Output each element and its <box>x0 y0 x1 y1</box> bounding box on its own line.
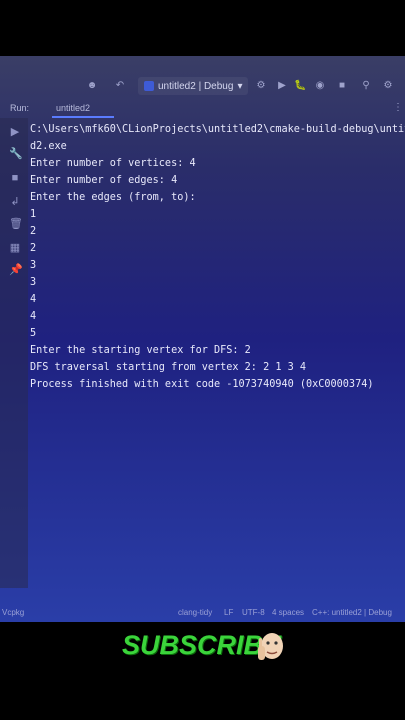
tab-untitled2[interactable]: untitled2 <box>56 103 90 113</box>
build-icon[interactable]: ⚙ <box>255 80 267 92</box>
wrench-icon[interactable]: 🔧 <box>9 148 23 160</box>
back-arrow-icon[interactable]: ↶ <box>114 80 126 92</box>
layout-icon[interactable]: ▦ <box>9 242 21 254</box>
search-icon[interactable]: ⚲ <box>360 80 372 92</box>
console-line: Enter number of edges: 4 <box>30 175 178 186</box>
config-icon <box>144 81 154 91</box>
console-line: 3 <box>30 277 37 288</box>
console-line: Enter the starting vertex for DFS: 2 <box>30 345 251 356</box>
rerun-icon[interactable]: ▶ <box>9 126 21 138</box>
main-toolbar: ☻ ↶ untitled2 | Debug ▾ ⚙ ▶ 🐛 ◉ ■ ⚲ ⚙ <box>0 74 405 100</box>
console-output[interactable]: C:\Users\mfk60\CLionProjects\untitled2\c… <box>30 118 405 598</box>
console-line: C:\Users\mfk60\CLionProjects\untitled2\c… <box>30 124 405 135</box>
console-line: 4 <box>30 311 37 322</box>
run-tool-window-header: Run: untitled2 ⋮ <box>0 100 405 118</box>
pin-icon[interactable]: 📌 <box>9 264 23 276</box>
run-icon[interactable]: ▶ <box>276 80 288 92</box>
stop-icon[interactable]: ■ <box>336 80 348 92</box>
settings-icon[interactable]: ⚙ <box>382 80 394 92</box>
chevron-down-icon: ▾ <box>237 80 243 92</box>
console-line: 2 <box>30 243 37 254</box>
console-line: DFS traversal starting from vertex 2: 2 … <box>30 362 307 373</box>
console-line: Enter the edges (from, to): <box>30 192 196 203</box>
console-line: d2.exe <box>30 141 67 152</box>
status-vcpkg[interactable]: Vcpkg <box>2 608 24 617</box>
trash-icon[interactable]: 🗑 <box>9 218 23 230</box>
coverage-icon[interactable]: ◉ <box>314 80 326 92</box>
console-line: 4 <box>30 294 37 305</box>
console-line: 2 <box>30 226 37 237</box>
user-icon[interactable]: ☻ <box>86 80 98 92</box>
console-line: Enter number of vertices: 4 <box>30 158 196 169</box>
run-configuration-selector[interactable]: untitled2 | Debug ▾ <box>138 77 249 95</box>
run-config-label: untitled2 | Debug <box>158 80 234 92</box>
stop-icon[interactable]: ■ <box>9 172 21 184</box>
console-line: Process finished with exit code -1073740… <box>30 379 374 390</box>
status-encoding[interactable]: UTF-8 <box>242 608 265 617</box>
pointing-hand-icon <box>258 633 283 660</box>
status-context[interactable]: C++: untitled2 | Debug <box>312 608 392 617</box>
status-bar: Vcpkg clang-tidy LF UTF-8 4 spaces C++: … <box>0 604 405 622</box>
console-line: 3 <box>30 260 37 271</box>
debug-icon[interactable]: 🐛 <box>294 80 306 92</box>
console-line: 1 <box>30 209 37 220</box>
ide-window: ☻ ↶ untitled2 | Debug ▾ ⚙ ▶ 🐛 ◉ ■ ⚲ ⚙ Ru… <box>0 56 405 622</box>
more-options-icon[interactable]: ⋮ <box>392 102 404 114</box>
status-indent[interactable]: 4 spaces <box>272 608 304 617</box>
status-linter[interactable]: clang-tidy <box>178 608 212 617</box>
soft-wrap-icon[interactable]: ↲ <box>9 196 21 208</box>
console-line: 5 <box>30 328 37 339</box>
run-panel-label: Run: <box>10 103 30 113</box>
video-frame: ☻ ↶ untitled2 | Debug ▾ ⚙ ▶ 🐛 ◉ ■ ⚲ ⚙ Ru… <box>0 0 405 720</box>
status-line-ending[interactable]: LF <box>224 608 233 617</box>
run-side-toolbar: ▶ 🔧 ■ ↲ 🗑 ▦ 📌 <box>0 118 28 588</box>
